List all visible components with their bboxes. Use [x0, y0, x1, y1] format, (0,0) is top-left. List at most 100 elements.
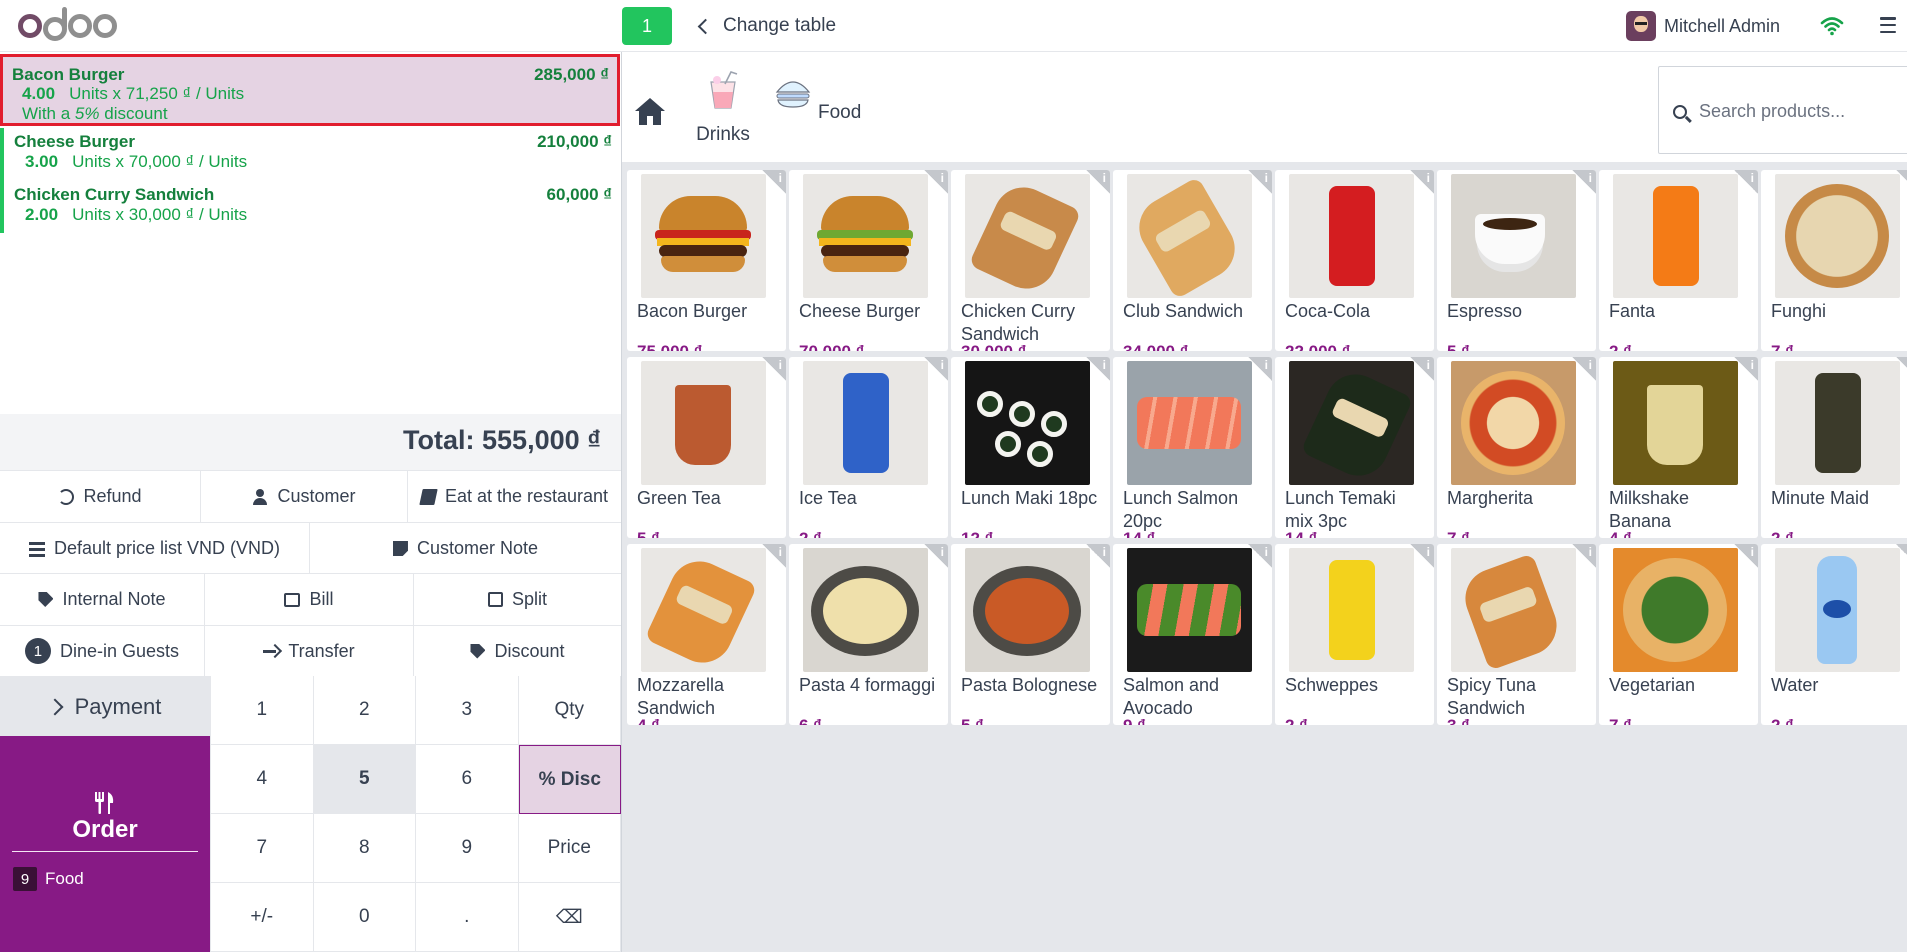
order-line[interactable]: Chicken Curry Sandwich 60,000 ₫ 2.00 Unit… [0, 183, 620, 233]
numpad-key-8[interactable]: 8 [313, 814, 416, 883]
numpad-decimal[interactable]: . [416, 883, 519, 952]
info-icon[interactable]: i [924, 544, 948, 568]
transfer-button[interactable]: Transfer [205, 626, 414, 676]
info-icon[interactable]: i [924, 357, 948, 381]
product-card[interactable]: i Spicy Tuna Sandwich 3 ₫ [1437, 544, 1596, 725]
info-icon[interactable]: i [1086, 544, 1110, 568]
customer-note-button[interactable]: Customer Note [310, 523, 621, 574]
info-icon[interactable]: i [1086, 170, 1110, 194]
info-icon[interactable]: i [1734, 544, 1758, 568]
info-icon[interactable]: i [1248, 544, 1272, 568]
info-icon[interactable]: i [1410, 170, 1434, 194]
payment-button[interactable]: Payment [0, 676, 210, 736]
product-price: 4 ₫ [1609, 529, 1632, 538]
product-card[interactable]: i Schweppes 2 ₫ [1275, 544, 1434, 725]
info-icon[interactable]: i [1248, 357, 1272, 381]
bill-button[interactable]: Bill [205, 574, 414, 625]
list-icon [28, 541, 45, 557]
product-card[interactable]: i Ice Tea 2 ₫ [789, 357, 948, 538]
order-total: Total: 555,000 ₫ [403, 425, 601, 455]
product-card[interactable]: i Salmon and Avocado 9 ₫ [1113, 544, 1272, 725]
odoo-logo[interactable] [18, 7, 118, 44]
product-card[interactable]: i Coca-Cola 22,000 ₫ [1275, 170, 1434, 351]
send-order-button[interactable]: Order 9 Food [0, 736, 210, 952]
numpad-key-9[interactable]: 9 [416, 814, 519, 883]
info-icon[interactable]: i [762, 170, 786, 194]
product-card[interactable]: i Green Tea 5 ₫ [627, 357, 786, 538]
info-icon[interactable]: i [1572, 357, 1596, 381]
info-icon[interactable]: i [1410, 544, 1434, 568]
product-card[interactable]: i Pasta Bolognese 5 ₫ [951, 544, 1110, 725]
numpad-key-7[interactable]: 7 [211, 814, 314, 883]
category-food[interactable]: Food [772, 70, 862, 124]
category-drinks[interactable]: Drinks [678, 70, 768, 146]
search-input[interactable] [1699, 95, 1899, 127]
order-lines: Bacon Burger 285,000 ₫ 4.00 Units x 71,25… [0, 52, 622, 412]
eat-in-button[interactable]: Eat at the restaurant [408, 471, 621, 522]
info-icon[interactable]: i [762, 357, 786, 381]
info-icon[interactable]: i [924, 170, 948, 194]
numpad-qty-mode[interactable]: Qty [518, 676, 621, 745]
search-box[interactable] [1658, 66, 1907, 154]
numpad-key-1[interactable]: 1 [211, 676, 314, 745]
numpad-key-3[interactable]: 3 [416, 676, 519, 745]
refund-button[interactable]: Refund [0, 471, 201, 522]
product-card[interactable]: i Vegetarian 7 ₫ [1599, 544, 1758, 725]
numpad-key-0[interactable]: 0 [313, 883, 416, 952]
change-table-button[interactable]: Change table [697, 12, 836, 40]
info-icon[interactable]: i [1896, 170, 1907, 194]
product-card[interactable]: i Margherita 7 ₫ [1437, 357, 1596, 538]
menu-icon[interactable] [1880, 17, 1896, 33]
product-card[interactable]: i Bacon Burger 75,000 ₫ [627, 170, 786, 351]
info-icon[interactable]: i [1734, 170, 1758, 194]
info-icon[interactable]: i [1086, 357, 1110, 381]
product-card[interactable]: i Minute Maid 2 ₫ [1761, 357, 1907, 538]
backspace-icon[interactable]: ⌫ [518, 883, 621, 952]
product-card[interactable]: i Cheese Burger 70,000 ₫ [789, 170, 948, 351]
product-card[interactable]: i Funghi 7 ₫ [1761, 170, 1907, 351]
customer-button[interactable]: Customer [201, 471, 408, 522]
info-icon[interactable]: i [1248, 170, 1272, 194]
transfer-label: Transfer [288, 640, 355, 661]
product-card[interactable]: i Espresso 5 ₫ [1437, 170, 1596, 351]
product-price: 7 ₫ [1771, 342, 1794, 351]
product-card[interactable]: i Water 2 ₫ [1761, 544, 1907, 725]
numpad-discount-mode[interactable]: % Disc [518, 745, 621, 814]
numpad-key-4[interactable]: 4 [211, 745, 314, 814]
internal-note-button[interactable]: Internal Note [0, 574, 205, 625]
info-icon[interactable]: i [1896, 544, 1907, 568]
table-number-badge[interactable]: 1 [622, 7, 672, 45]
info-icon[interactable]: i [1734, 357, 1758, 381]
pricelist-button[interactable]: Default price list VND (VND) [0, 523, 310, 574]
info-icon[interactable]: i [1410, 357, 1434, 381]
guests-button[interactable]: 1 Dine-in Guests [0, 626, 205, 676]
wifi-icon[interactable] [1820, 14, 1844, 38]
numpad-key-2[interactable]: 2 [313, 676, 416, 745]
product-name: Coca-Cola [1285, 301, 1371, 321]
product-card[interactable]: i Pasta 4 formaggi 6 ₫ [789, 544, 948, 725]
order-line[interactable]: Bacon Burger 285,000 ₫ 4.00 Units x 71,25… [0, 54, 620, 126]
info-icon[interactable]: i [762, 544, 786, 568]
info-icon[interactable]: i [1896, 357, 1907, 381]
info-icon[interactable]: i [1572, 544, 1596, 568]
product-card[interactable]: i Milkshake Banana 4 ₫ [1599, 357, 1758, 538]
product-card[interactable]: i Chicken Curry Sandwich 30,000 ₫ [951, 170, 1110, 351]
product-price: 5 ₫ [961, 716, 984, 725]
product-card[interactable]: i Mozzarella Sandwich 4 ₫ [627, 544, 786, 725]
product-card[interactable]: i Club Sandwich 34,000 ₫ [1113, 170, 1272, 351]
product-card[interactable]: i Lunch Maki 18pc 12 ₫ [951, 357, 1110, 538]
info-icon[interactable]: i [1572, 170, 1596, 194]
split-button[interactable]: Split [414, 574, 621, 625]
product-card[interactable]: i Lunch Temaki mix 3pc 14 ₫ [1275, 357, 1434, 538]
numpad-key-6[interactable]: 6 [416, 745, 519, 814]
product-card[interactable]: i Fanta 2 ₫ [1599, 170, 1758, 351]
home-icon[interactable] [634, 96, 666, 126]
product-price: 2 ₫ [799, 529, 822, 538]
order-line[interactable]: Cheese Burger 210,000 ₫ 3.00 Units x 70,0… [0, 128, 620, 183]
product-card[interactable]: i Lunch Salmon 20pc 14 ₫ [1113, 357, 1272, 538]
numpad-sign-toggle[interactable]: +/- [211, 883, 314, 952]
user-menu[interactable]: Mitchell Admin [1626, 11, 1780, 41]
numpad-price-mode[interactable]: Price [518, 814, 621, 883]
numpad-key-5[interactable]: 5 [313, 745, 416, 814]
discount-button[interactable]: Discount [414, 626, 621, 676]
